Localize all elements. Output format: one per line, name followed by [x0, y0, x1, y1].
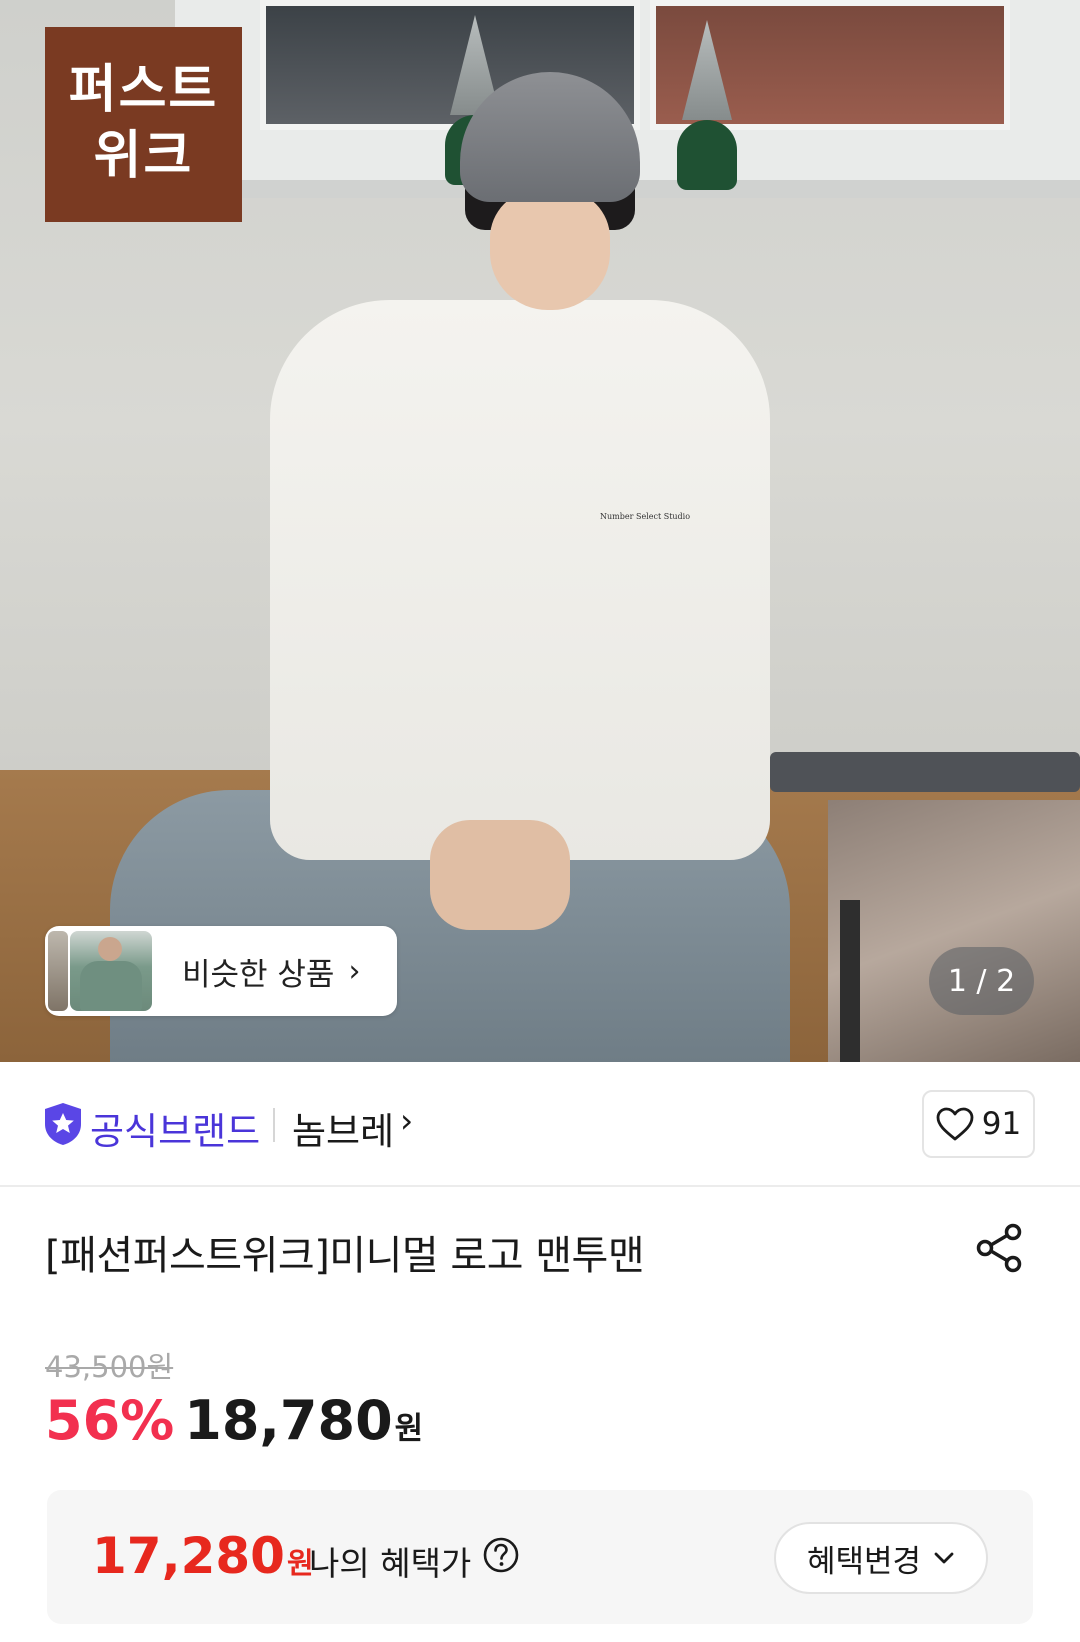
benefit-change-label: 혜택변경 [806, 1543, 922, 1580]
benefit-price-label: 나의 혜택가 [309, 1544, 472, 1583]
benefit-price-box: 17,280 원 나의 혜택가 혜택변경 [47, 1490, 1033, 1624]
currency-unit: 원 [394, 1411, 424, 1447]
like-count: 91 [981, 1106, 1022, 1142]
sale-price: 18,780 [184, 1389, 393, 1452]
price-row: 56% 18,780 원 [45, 1389, 423, 1452]
similar-thumb-peek [48, 931, 68, 1011]
model-sweatshirt [270, 300, 770, 860]
shield-star-icon [45, 1103, 81, 1145]
question-circle-icon[interactable] [482, 1536, 520, 1574]
heart-outline-icon [936, 1107, 974, 1141]
chevron-right-icon[interactable]: › [400, 1101, 413, 1140]
product-title: [패션퍼스트위크]미니멀 로고 맨투맨 [45, 1233, 645, 1279]
chevron-right-icon: › [348, 953, 361, 989]
image-page-indicator: 1 / 2 [929, 947, 1034, 1015]
original-price: 43,500원 [45, 1350, 174, 1384]
model-hands [430, 820, 570, 930]
divider [273, 1108, 275, 1142]
promo-badge-line2: 위크 [93, 126, 194, 186]
official-brand-label: 공식브랜드 [90, 1110, 261, 1153]
gnome-figure [672, 20, 742, 190]
benefit-change-button[interactable]: 혜택변경 [774, 1522, 988, 1594]
benefit-price-value: 17,280 [92, 1527, 285, 1585]
promo-badge-line1: 퍼스트 [68, 60, 219, 120]
share-icon[interactable] [974, 1222, 1026, 1274]
similar-product-thumbnail [70, 931, 152, 1011]
brand-row: 공식브랜드 놈브레 › 91 [0, 1062, 1080, 1187]
similar-products-label: 비슷한 상품 [182, 956, 335, 993]
product-image-carousel[interactable]: 43 Number Select Studio 퍼스트 위크 비슷한 상품 › … [0, 0, 1080, 1062]
sweatshirt-logo: Number Select Studio [600, 512, 691, 521]
model-face [490, 190, 610, 310]
benefit-price: 17,280 원 [92, 1527, 314, 1585]
wooden-table [828, 800, 1080, 1062]
discount-rate: 56% [45, 1389, 175, 1452]
promo-badge: 퍼스트 위크 [45, 27, 242, 222]
similar-products-button[interactable]: 비슷한 상품 › [45, 926, 397, 1016]
brand-name-link[interactable]: 놈브레 [292, 1101, 394, 1155]
like-button[interactable]: 91 [922, 1090, 1035, 1158]
chevron-down-icon [934, 1552, 954, 1564]
